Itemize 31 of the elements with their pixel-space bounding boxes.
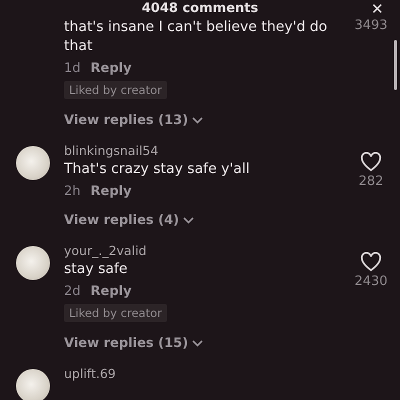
comment-time: 2h [64,184,81,199]
comment-time: 2d [64,284,81,299]
heart-icon[interactable] [360,252,382,272]
comments-count-title: 4048 comments [142,0,258,16]
chevron-down-icon [192,340,204,347]
comment-time: 1d [64,61,81,76]
view-replies-button[interactable]: View replies (15) [64,336,204,351]
view-replies-button[interactable]: View replies (4) [64,213,194,228]
comment-text: that's insane I can't believe they'd do that [64,18,328,56]
avatar[interactable] [16,246,50,280]
liked-by-creator-badge: Liked by creator [64,304,167,322]
like-count: 282 [358,174,384,189]
scrollbar [394,40,397,90]
username[interactable]: your_._2valid [64,242,146,260]
like-count: 3493 [354,18,388,33]
close-button[interactable]: ✕ [371,0,384,18]
chevron-down-icon [192,117,204,124]
comment-text: That's crazy stay safe y'all [64,160,250,179]
chevron-down-icon [183,217,194,224]
view-replies-button[interactable]: View replies (13) [64,113,204,128]
reply-link[interactable]: Reply [90,284,132,299]
comment-text: stay safe [64,260,128,279]
username[interactable]: blinkingsnail54 [64,142,158,160]
reply-link[interactable]: Reply [90,61,132,76]
liked-by-creator-badge: Liked by creator [64,81,167,99]
reply-link[interactable]: Reply [90,184,132,199]
like-count: 2430 [354,274,388,289]
heart-icon[interactable] [360,152,382,172]
avatar[interactable] [16,146,50,180]
username[interactable]: uplift.69 [64,365,116,383]
avatar[interactable] [16,369,50,400]
